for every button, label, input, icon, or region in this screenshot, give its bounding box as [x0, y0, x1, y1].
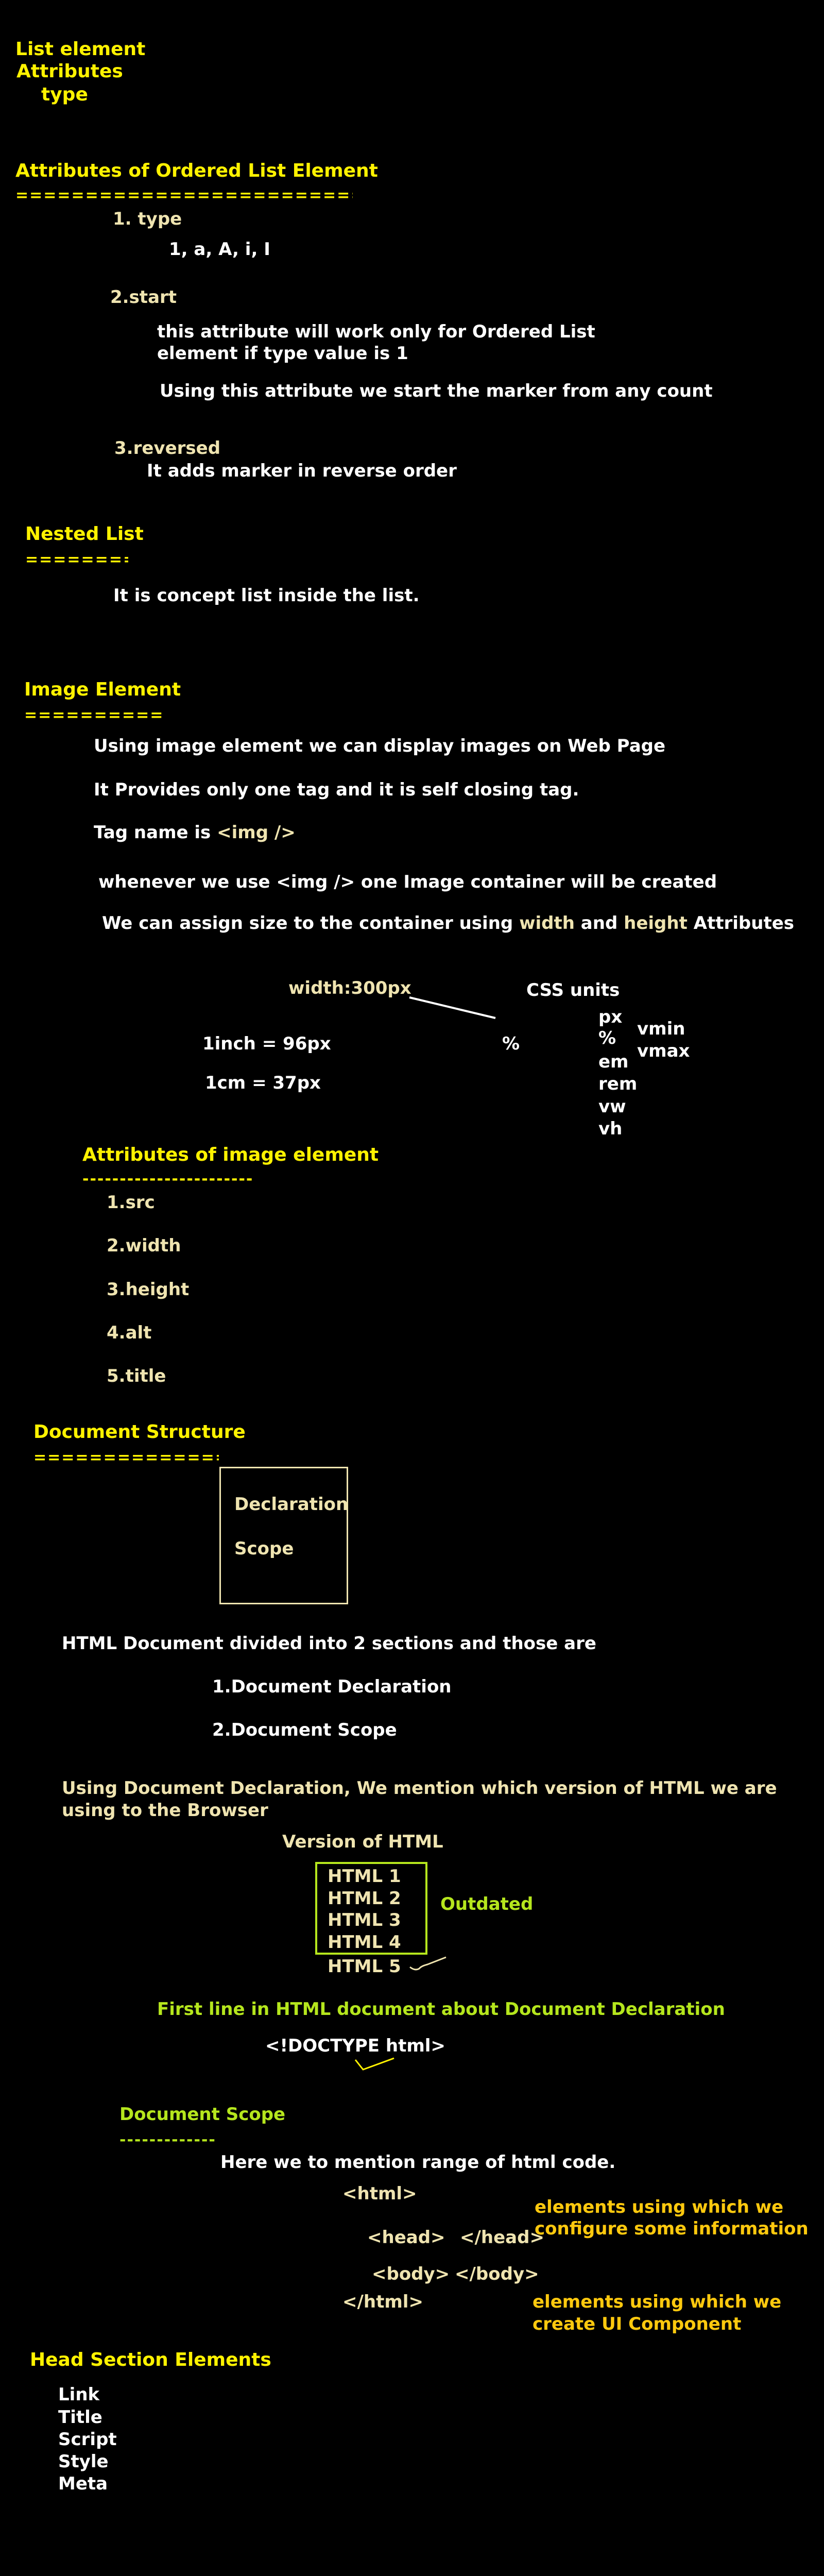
attr-src: 1.src: [107, 1192, 155, 1213]
section-document-declaration: 1.Document Declaration: [212, 1676, 452, 1697]
unit-rem: rem: [598, 1074, 638, 1094]
pointer-line: [409, 996, 496, 1019]
img-tag: <img />: [217, 822, 296, 843]
section-title-nested-list: Nested List: [25, 523, 144, 545]
head-note-2: configure some information: [535, 2218, 809, 2239]
section-title-document-structure: Document Structure: [33, 1421, 246, 1443]
cm-conversion: 1cm = 37px: [205, 1073, 321, 1093]
version-html2: HTML 2: [328, 1888, 401, 1909]
attr-width: 2.width: [107, 1235, 181, 1256]
image-desc-3: Tag name is <img />: [94, 824, 296, 841]
attr-height: 3.height: [107, 1279, 190, 1300]
head-item-link: Link: [58, 2384, 100, 2405]
declaration-desc-1: Using Document Declaration, We mention w…: [62, 1778, 777, 1799]
unit-em: em: [598, 1052, 629, 1072]
desc5-b: Attributes: [687, 913, 795, 934]
section-title-head-elements: Head Section Elements: [30, 2349, 271, 2370]
head-item-meta: Meta: [58, 2473, 108, 2494]
section-title-image-element: Image Element: [24, 679, 181, 700]
head-item-script: Script: [58, 2429, 117, 2450]
section-underline: ============: [24, 708, 164, 723]
section-underline: ================: [33, 1450, 219, 1466]
section-underline: =========: [25, 552, 128, 568]
desc5-and: and: [574, 913, 624, 934]
unit-percent: %: [598, 1028, 616, 1048]
attr-title: 5.title: [107, 1366, 166, 1386]
start-desc-3: Using this attribute we start the marker…: [160, 381, 713, 401]
body-close-tag: </body>: [455, 2264, 539, 2284]
tag-name-prefix: Tag name is: [94, 822, 217, 843]
unit-vh: vh: [598, 1118, 623, 1139]
html-open-tag: <html>: [342, 2183, 417, 2204]
version-html5: HTML 5: [328, 1956, 401, 1977]
unit-vmax: vmax: [637, 1041, 690, 1061]
section-underline: -------------: [119, 2132, 216, 2148]
attr-alt: 4.alt: [107, 1323, 152, 1343]
css-units-title: CSS units: [526, 980, 620, 1001]
declaration-desc-2: using to the Browser: [62, 1800, 268, 1821]
scope-desc: Here we to mention range of html code.: [220, 2152, 616, 2173]
image-desc-5: We can assign size to the container usin…: [102, 914, 794, 932]
head-close-tag: </head>: [460, 2227, 544, 2248]
version-title: Version of HTML: [282, 1832, 443, 1852]
version-html1: HTML 1: [328, 1866, 401, 1887]
unit-vw: vw: [598, 1096, 626, 1117]
box-scope: Scope: [234, 1538, 294, 1559]
body-note-1: elements using which we: [533, 2292, 782, 2312]
height-keyword: height: [624, 913, 688, 934]
head-item-style: Style: [58, 2451, 109, 2472]
width-keyword: width: [519, 913, 575, 934]
first-line-desc: First line in HTML document about Docume…: [157, 1999, 725, 2020]
heading-list-element: List element: [15, 39, 146, 60]
section-underline: -----------------------: [82, 1172, 254, 1187]
heading-attributes: Attributes: [16, 61, 123, 82]
box-declaration: Declaration: [234, 1494, 349, 1515]
image-desc-4: whenever we use <img /> one Image contai…: [98, 872, 717, 892]
document-structure-box: [219, 1467, 348, 1604]
section-title-ordered-attributes: Attributes of Ordered List Element: [15, 160, 378, 181]
doctype-check-icon: [354, 2057, 394, 2071]
inch-conversion: 1inch = 96px: [202, 1033, 331, 1054]
head-open-tag: <head>: [367, 2227, 445, 2248]
outdated-label: Outdated: [440, 1894, 534, 1914]
width-example: width:300px: [288, 978, 411, 998]
head-item-title: Title: [58, 2407, 102, 2428]
section-title-document-scope: Document Scope: [119, 2104, 286, 2125]
type-label: 1. type: [113, 209, 182, 229]
head-note-1: elements using which we: [535, 2197, 784, 2217]
reversed-desc: It adds marker in reverse order: [147, 461, 457, 481]
unit-px: px: [598, 1007, 623, 1027]
percent-unit: %: [502, 1033, 520, 1054]
body-open-tag: <body>: [372, 2264, 450, 2284]
start-desc-1: this attribute will work only for Ordere…: [157, 321, 595, 342]
version-html4: HTML 4: [328, 1932, 401, 1953]
document-sections-desc: HTML Document divided into 2 sections an…: [62, 1633, 596, 1654]
html-close-tag: </html>: [342, 2292, 423, 2312]
html5-check-icon: [409, 1956, 447, 1971]
unit-vmin: vmin: [637, 1019, 685, 1039]
start-desc-2: element if type value is 1: [157, 343, 408, 364]
type-values: 1, a, A, i, I: [169, 239, 270, 260]
reversed-label: 3.reversed: [114, 438, 221, 459]
image-attributes-title: Attributes of image element: [82, 1144, 379, 1165]
desc5-a: We can assign size to the container usin…: [102, 913, 520, 934]
version-html3: HTML 3: [328, 1910, 401, 1930]
nested-desc: It is concept list inside the list.: [113, 585, 420, 606]
section-document-scope: 2.Document Scope: [212, 1720, 397, 1740]
section-underline: ==============================: [15, 188, 353, 204]
image-desc-1: Using image element we can display image…: [94, 736, 666, 756]
heading-type: type: [41, 84, 88, 105]
doctype-declaration: <!DOCTYPE html>: [265, 2036, 445, 2056]
start-label: 2.start: [110, 287, 177, 308]
image-desc-2: It Provides only one tag and it is self …: [94, 779, 579, 800]
body-note-2: create UI Component: [533, 2314, 742, 2334]
